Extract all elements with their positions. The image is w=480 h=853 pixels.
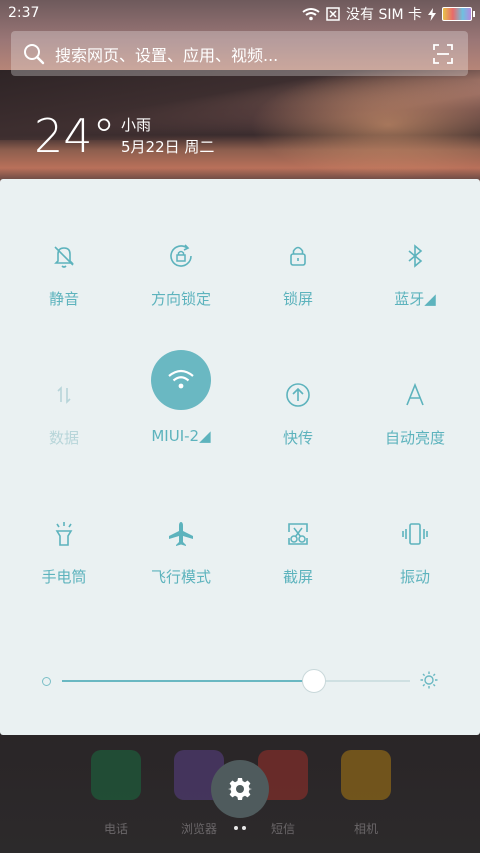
settings-button[interactable] (211, 760, 269, 818)
rotation-lock-icon (170, 244, 192, 267)
toggle-label: 自动亮度 (384, 429, 445, 447)
toggle-label: 蓝牙◢ (394, 290, 436, 308)
brightness-low-icon (42, 677, 51, 686)
airplane-icon (169, 522, 193, 546)
quick-transfer-icon (286, 383, 310, 407)
gear-icon (228, 778, 252, 800)
wallpaper-sunset-glow (250, 70, 480, 180)
weather-condition: 小雨 (121, 116, 152, 134)
vibrate-icon (402, 523, 428, 545)
mobile-data-icon (57, 386, 71, 404)
toggle-mute[interactable]: 静音 (4, 241, 124, 371)
status-sim-text: 没有 SIM 卡 (346, 7, 422, 23)
search-icon (24, 43, 45, 64)
toggle-bluetooth[interactable]: 蓝牙◢ (355, 241, 475, 371)
page-dot (242, 826, 246, 830)
wifi-active-circle (151, 350, 211, 410)
brightness-slider[interactable] (0, 669, 480, 699)
search-placeholder: 搜索网页、设置、应用、视频... (55, 45, 279, 65)
auto-brightness-icon (406, 382, 424, 406)
toggle-flashlight[interactable]: 手电筒 (4, 519, 124, 649)
toggle-wifi[interactable]: MIUI-2◢ (121, 350, 241, 510)
toggle-label: 静音 (48, 290, 79, 308)
flashlight-icon (55, 522, 73, 546)
brightness-high-icon (420, 671, 438, 689)
toggle-label: 数据 (48, 429, 79, 447)
brightness-fill (62, 680, 313, 682)
lock-icon (290, 246, 306, 266)
toggle-label: 手电筒 (41, 568, 87, 586)
brightness-thumb[interactable] (301, 669, 326, 693)
dock-app-label: 浏览器 (180, 822, 217, 836)
toggle-airplane-mode[interactable]: 飞行模式 (121, 519, 241, 649)
scan-icon[interactable] (432, 43, 454, 65)
toggle-label: 方向锁定 (150, 290, 211, 308)
toggle-vibrate[interactable]: 振动 (355, 519, 475, 649)
dock-app-camera[interactable]: 相机 (336, 745, 396, 845)
phone-icon (91, 750, 141, 800)
page-indicator (232, 826, 252, 832)
control-center-panel: 静音 方向锁定 锁屏 蓝牙◢ 数据 MIUI-2◢ 快传 自动亮度 手电筒 飞行… (0, 179, 480, 735)
charging-icon (428, 7, 436, 21)
screenshot-icon (288, 523, 308, 545)
battery-icon (442, 7, 475, 21)
toggle-label: MIUI-2◢ (151, 427, 211, 445)
page-dot (234, 826, 238, 830)
toggle-lock-screen[interactable]: 锁屏 (238, 241, 358, 371)
wifi-icon (168, 369, 194, 389)
toggle-label: 快传 (282, 429, 313, 447)
camera-icon (341, 750, 391, 800)
status-icons: 没有 SIM 卡 (302, 4, 475, 24)
wifi-icon (302, 8, 320, 21)
weather-date: 5月22日 周二 (121, 138, 215, 156)
toggle-label: 截屏 (282, 568, 313, 586)
toggle-screenshot[interactable]: 截屏 (238, 519, 358, 649)
dock-app-label: 短信 (270, 822, 295, 836)
status-bar: 2:37 没有 SIM 卡 (0, 0, 480, 28)
weather-temperature: 24° (34, 109, 116, 163)
dock-app-phone[interactable]: 电话 (86, 745, 146, 845)
search-bar[interactable]: 搜索网页、设置、应用、视频... (11, 31, 468, 76)
dock-app-label: 相机 (353, 822, 378, 836)
toggle-auto-brightness[interactable]: 自动亮度 (355, 380, 475, 510)
toggle-label: 飞行模式 (150, 568, 211, 586)
dock-app-label: 电话 (103, 822, 128, 836)
bluetooth-icon (408, 244, 423, 268)
toggle-quick-transfer[interactable]: 快传 (238, 380, 358, 510)
bell-off-icon (54, 246, 74, 268)
no-sim-icon (326, 7, 340, 21)
status-time: 2:37 (8, 5, 40, 21)
toggle-label: 振动 (399, 568, 430, 586)
toggle-label: 锁屏 (282, 290, 313, 308)
toggle-mobile-data[interactable]: 数据 (4, 380, 124, 510)
